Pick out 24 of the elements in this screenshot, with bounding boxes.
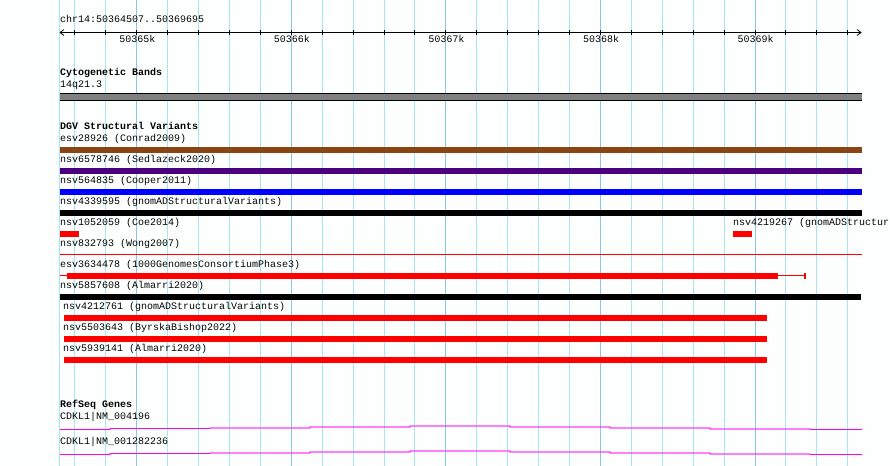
variant-label: nsv564835 (Cooper2011) (60, 176, 192, 188)
tick-label: 50365k (119, 35, 156, 47)
tick-label: 50366k (274, 35, 310, 47)
band-label: 14q21.3 (60, 80, 102, 92)
tick-label: 50367k (428, 35, 464, 47)
tick-label: 50369k (738, 35, 774, 47)
variant-label: nsv5939141 (Almarri2020) (63, 344, 208, 356)
track-title: Cytogenetic Bands (60, 68, 162, 80)
variant-label: esv3634478 (1000GenomesConsortiumPhase3) (60, 260, 300, 272)
variant-label: nsv4212761 (gnomADStructuralVariants) (63, 302, 286, 314)
variant-label: nsv4219267 (gnomADStructur (733, 218, 890, 230)
variant-label: nsv1052059 (Coe2014) (60, 218, 180, 230)
track-title: RefSeq Genes (60, 400, 132, 412)
gene-label: CDKL1|NM_001282236 (60, 437, 168, 449)
variant-label: esv28926 (Conrad2009) (60, 134, 186, 146)
variant-label: nsv4339595 (gnomADStructuralVariants) (60, 197, 282, 209)
track-title: DGV Structural Variants (60, 122, 198, 134)
variant-label: nsv5503643 (ByrskaBishop2022) (63, 323, 238, 335)
variant-label: nsv832793 (Wong2007) (60, 239, 180, 251)
variant-label: nsv5857608 (Almarri2020) (60, 281, 204, 293)
tick-label: 50368k (582, 35, 619, 47)
gene-label: CDKL1|NM_004196 (60, 412, 150, 424)
variant-label: nsv6578746 (Sedlazeck2020) (60, 155, 216, 167)
location-label: chr14:50364507..50369695 (60, 15, 204, 27)
